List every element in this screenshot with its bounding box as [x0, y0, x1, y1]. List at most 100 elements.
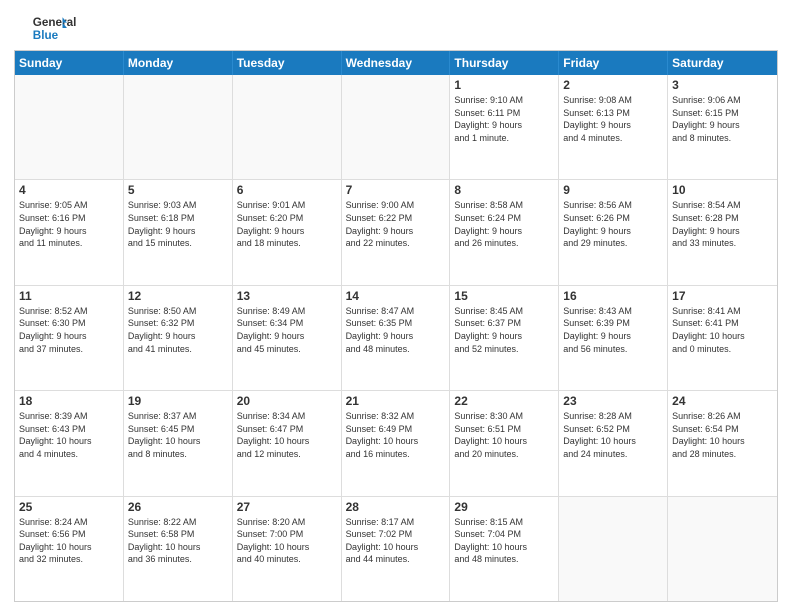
calendar-row-4: 25 Sunrise: 8:24 AM Sunset: 6:56 PM Dayli…: [15, 496, 777, 601]
day-number: 11: [19, 289, 119, 303]
cell-info-text: Sunrise: 9:10 AM Sunset: 6:11 PM Dayligh…: [454, 94, 554, 144]
calendar-cell-25: 25 Sunrise: 8:24 AM Sunset: 6:56 PM Dayli…: [15, 497, 124, 601]
calendar-body: 1 Sunrise: 9:10 AM Sunset: 6:11 PM Daylig…: [15, 75, 777, 601]
cell-info-text: Sunrise: 8:54 AM Sunset: 6:28 PM Dayligh…: [672, 199, 773, 249]
day-number: 8: [454, 183, 554, 197]
cell-info-text: Sunrise: 8:28 AM Sunset: 6:52 PM Dayligh…: [563, 410, 663, 460]
day-number: 15: [454, 289, 554, 303]
day-number: 20: [237, 394, 337, 408]
calendar-cell-14: 14 Sunrise: 8:47 AM Sunset: 6:35 PM Dayli…: [342, 286, 451, 390]
cell-info-text: Sunrise: 8:37 AM Sunset: 6:45 PM Dayligh…: [128, 410, 228, 460]
calendar-cell-17: 17 Sunrise: 8:41 AM Sunset: 6:41 PM Dayli…: [668, 286, 777, 390]
calendar-cell-empty-0-1: [124, 75, 233, 179]
calendar-cell-empty-0-0: [15, 75, 124, 179]
cell-info-text: Sunrise: 9:05 AM Sunset: 6:16 PM Dayligh…: [19, 199, 119, 249]
day-number: 5: [128, 183, 228, 197]
cell-info-text: Sunrise: 8:32 AM Sunset: 6:49 PM Dayligh…: [346, 410, 446, 460]
calendar-cell-empty-4-5: [559, 497, 668, 601]
cell-info-text: Sunrise: 8:56 AM Sunset: 6:26 PM Dayligh…: [563, 199, 663, 249]
day-number: 14: [346, 289, 446, 303]
day-number: 22: [454, 394, 554, 408]
calendar-cell-28: 28 Sunrise: 8:17 AM Sunset: 7:02 PM Dayli…: [342, 497, 451, 601]
day-number: 25: [19, 500, 119, 514]
calendar-header: SundayMondayTuesdayWednesdayThursdayFrid…: [15, 51, 777, 75]
cell-info-text: Sunrise: 8:26 AM Sunset: 6:54 PM Dayligh…: [672, 410, 773, 460]
day-number: 19: [128, 394, 228, 408]
cell-info-text: Sunrise: 8:17 AM Sunset: 7:02 PM Dayligh…: [346, 516, 446, 566]
calendar-cell-19: 19 Sunrise: 8:37 AM Sunset: 6:45 PM Dayli…: [124, 391, 233, 495]
cell-info-text: Sunrise: 9:03 AM Sunset: 6:18 PM Dayligh…: [128, 199, 228, 249]
header-day-saturday: Saturday: [668, 51, 777, 75]
calendar-cell-5: 5 Sunrise: 9:03 AM Sunset: 6:18 PM Daylig…: [124, 180, 233, 284]
calendar: SundayMondayTuesdayWednesdayThursdayFrid…: [14, 50, 778, 602]
calendar-cell-8: 8 Sunrise: 8:58 AM Sunset: 6:24 PM Daylig…: [450, 180, 559, 284]
cell-info-text: Sunrise: 9:00 AM Sunset: 6:22 PM Dayligh…: [346, 199, 446, 249]
header-day-sunday: Sunday: [15, 51, 124, 75]
calendar-cell-7: 7 Sunrise: 9:00 AM Sunset: 6:22 PM Daylig…: [342, 180, 451, 284]
cell-info-text: Sunrise: 8:49 AM Sunset: 6:34 PM Dayligh…: [237, 305, 337, 355]
day-number: 6: [237, 183, 337, 197]
cell-info-text: Sunrise: 8:43 AM Sunset: 6:39 PM Dayligh…: [563, 305, 663, 355]
calendar-cell-3: 3Sunrise: 9:06 AM Sunset: 6:15 PM Daylig…: [668, 75, 777, 179]
cell-info-text: Sunrise: 9:06 AM Sunset: 6:15 PM Dayligh…: [672, 94, 773, 144]
cell-info-text: Sunrise: 8:20 AM Sunset: 7:00 PM Dayligh…: [237, 516, 337, 566]
calendar-cell-27: 27 Sunrise: 8:20 AM Sunset: 7:00 PM Dayli…: [233, 497, 342, 601]
day-number: 17: [672, 289, 773, 303]
header-day-friday: Friday: [559, 51, 668, 75]
day-number: 1: [454, 78, 554, 92]
day-number: 7: [346, 183, 446, 197]
cell-info-text: Sunrise: 9:08 AM Sunset: 6:13 PM Dayligh…: [563, 94, 663, 144]
calendar-cell-21: 21 Sunrise: 8:32 AM Sunset: 6:49 PM Dayli…: [342, 391, 451, 495]
calendar-row-0: 1 Sunrise: 9:10 AM Sunset: 6:11 PM Daylig…: [15, 75, 777, 179]
day-number: 27: [237, 500, 337, 514]
calendar-cell-10: 10 Sunrise: 8:54 AM Sunset: 6:28 PM Dayli…: [668, 180, 777, 284]
cell-info-text: Sunrise: 8:45 AM Sunset: 6:37 PM Dayligh…: [454, 305, 554, 355]
day-number: 26: [128, 500, 228, 514]
calendar-cell-16: 16 Sunrise: 8:43 AM Sunset: 6:39 PM Dayli…: [559, 286, 668, 390]
day-number: 16: [563, 289, 663, 303]
calendar-cell-29: 29 Sunrise: 8:15 AM Sunset: 7:04 PM Dayli…: [450, 497, 559, 601]
cell-info-text: Sunrise: 8:41 AM Sunset: 6:41 PM Dayligh…: [672, 305, 773, 355]
top-bar: General Blue: [14, 10, 778, 46]
calendar-cell-26: 26 Sunrise: 8:22 AM Sunset: 6:58 PM Dayli…: [124, 497, 233, 601]
day-number: 23: [563, 394, 663, 408]
calendar-row-1: 4 Sunrise: 9:05 AM Sunset: 6:16 PM Daylig…: [15, 179, 777, 284]
cell-info-text: Sunrise: 8:15 AM Sunset: 7:04 PM Dayligh…: [454, 516, 554, 566]
day-number: 2: [563, 78, 663, 92]
calendar-cell-24: 24 Sunrise: 8:26 AM Sunset: 6:54 PM Dayli…: [668, 391, 777, 495]
day-number: 21: [346, 394, 446, 408]
cell-info-text: Sunrise: 9:01 AM Sunset: 6:20 PM Dayligh…: [237, 199, 337, 249]
calendar-cell-6: 6 Sunrise: 9:01 AM Sunset: 6:20 PM Daylig…: [233, 180, 342, 284]
calendar-cell-13: 13 Sunrise: 8:49 AM Sunset: 6:34 PM Dayli…: [233, 286, 342, 390]
day-number: 29: [454, 500, 554, 514]
cell-info-text: Sunrise: 8:30 AM Sunset: 6:51 PM Dayligh…: [454, 410, 554, 460]
calendar-cell-empty-0-2: [233, 75, 342, 179]
cell-info-text: Sunrise: 8:52 AM Sunset: 6:30 PM Dayligh…: [19, 305, 119, 355]
calendar-cell-11: 11 Sunrise: 8:52 AM Sunset: 6:30 PM Dayli…: [15, 286, 124, 390]
calendar-cell-18: 18 Sunrise: 8:39 AM Sunset: 6:43 PM Dayli…: [15, 391, 124, 495]
day-number: 24: [672, 394, 773, 408]
logo: General Blue: [14, 10, 84, 46]
cell-info-text: Sunrise: 8:58 AM Sunset: 6:24 PM Dayligh…: [454, 199, 554, 249]
cell-info-text: Sunrise: 8:39 AM Sunset: 6:43 PM Dayligh…: [19, 410, 119, 460]
cell-info-text: Sunrise: 8:24 AM Sunset: 6:56 PM Dayligh…: [19, 516, 119, 566]
svg-text:General: General: [33, 16, 77, 29]
calendar-cell-4: 4 Sunrise: 9:05 AM Sunset: 6:16 PM Daylig…: [15, 180, 124, 284]
calendar-row-2: 11 Sunrise: 8:52 AM Sunset: 6:30 PM Dayli…: [15, 285, 777, 390]
general-blue-logo-icon: General Blue: [14, 10, 84, 46]
day-number: 9: [563, 183, 663, 197]
calendar-cell-22: 22 Sunrise: 8:30 AM Sunset: 6:51 PM Dayli…: [450, 391, 559, 495]
day-number: 28: [346, 500, 446, 514]
day-number: 10: [672, 183, 773, 197]
day-number: 13: [237, 289, 337, 303]
header-day-wednesday: Wednesday: [342, 51, 451, 75]
calendar-cell-2: 2 Sunrise: 9:08 AM Sunset: 6:13 PM Daylig…: [559, 75, 668, 179]
day-number: 4: [19, 183, 119, 197]
day-number: 18: [19, 394, 119, 408]
cell-info-text: Sunrise: 8:22 AM Sunset: 6:58 PM Dayligh…: [128, 516, 228, 566]
cell-info-text: Sunrise: 8:47 AM Sunset: 6:35 PM Dayligh…: [346, 305, 446, 355]
cell-info-text: Sunrise: 8:34 AM Sunset: 6:47 PM Dayligh…: [237, 410, 337, 460]
cell-info-text: Sunrise: 8:50 AM Sunset: 6:32 PM Dayligh…: [128, 305, 228, 355]
header-day-thursday: Thursday: [450, 51, 559, 75]
calendar-cell-9: 9 Sunrise: 8:56 AM Sunset: 6:26 PM Daylig…: [559, 180, 668, 284]
